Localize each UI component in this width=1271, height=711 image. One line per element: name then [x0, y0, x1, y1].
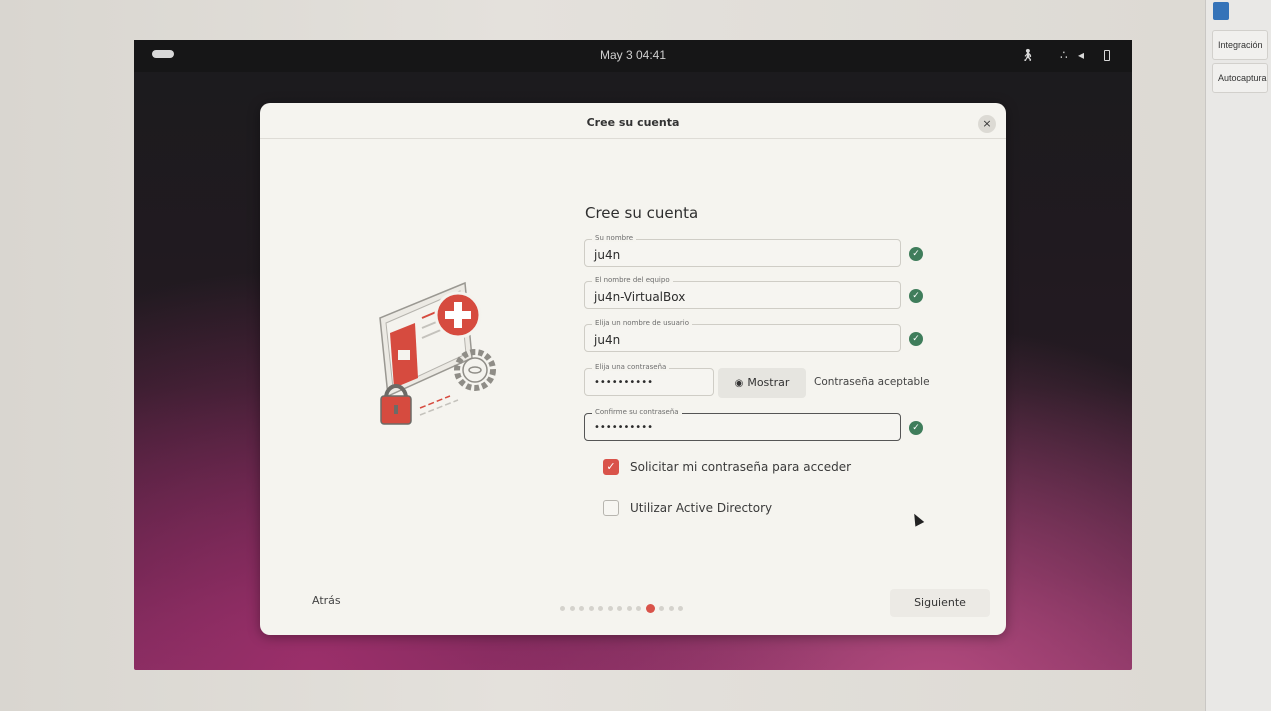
host-autocapture-button[interactable]: Autocaptura — [1212, 63, 1268, 93]
computer-name-value: ju4n-VirtualBox — [594, 290, 686, 304]
back-button[interactable]: Atrás — [312, 594, 341, 607]
step-dot — [636, 606, 641, 611]
name-valid-icon: ✓ — [909, 247, 923, 261]
close-button[interactable]: × — [978, 115, 996, 133]
battery-icon[interactable] — [1104, 50, 1110, 61]
form-heading: Cree su cuenta — [585, 204, 699, 222]
name-field[interactable]: Su nombre ju4n — [584, 234, 901, 267]
step-indicator — [560, 598, 688, 613]
username-label: Elija un nombre de usuario — [592, 319, 692, 327]
next-button[interactable]: Siguiente — [890, 589, 990, 617]
step-dot — [668, 606, 674, 611]
step-dot — [617, 606, 622, 611]
password-label: Elija una contraseña — [592, 363, 670, 371]
confirm-password-label: Confirme su contraseña — [592, 408, 682, 416]
username-field[interactable]: Elija un nombre de usuario ju4n — [584, 319, 901, 352]
account-illustration — [379, 281, 496, 425]
username-valid-icon: ✓ — [909, 332, 923, 346]
eye-icon: ◉ — [734, 378, 744, 389]
volume-icon[interactable]: ◂ — [1078, 48, 1084, 62]
host-side-panel — [1205, 0, 1271, 711]
password-strength-text: Contraseña aceptable — [814, 376, 930, 388]
host-app-icon[interactable] — [1213, 2, 1229, 20]
computer-name-field[interactable]: El nombre del equipo ju4n-VirtualBox — [584, 276, 901, 309]
active-directory-label[interactable]: Utilizar Active Directory — [630, 501, 772, 515]
step-dot-active — [645, 604, 655, 613]
dialog-title: Cree su cuenta — [586, 116, 680, 129]
name-field-label: Su nombre — [592, 234, 637, 242]
host-integration-button[interactable]: Integración — [1212, 30, 1268, 60]
step-dot — [607, 606, 613, 611]
step-dot — [659, 606, 664, 611]
confirm-password-valid-icon: ✓ — [909, 421, 923, 435]
accessibility-icon[interactable]: 🚶︎ — [1020, 48, 1035, 62]
step-dot — [569, 606, 575, 611]
computer-name-valid-icon: ✓ — [909, 289, 923, 303]
password-field[interactable]: Elija una contraseña •••••••••• — [584, 363, 714, 396]
password-value: •••••••••• — [594, 377, 653, 388]
computer-name-label: El nombre del equipo — [592, 276, 673, 284]
show-password-label: Mostrar — [747, 376, 790, 389]
require-password-checkbox[interactable]: ✓ — [603, 459, 619, 475]
plus-badge-icon — [434, 291, 482, 339]
step-dot — [579, 606, 584, 611]
clock[interactable]: May 3 04:41 — [134, 48, 1132, 62]
dialog-header: Cree su cuenta × — [260, 103, 1006, 139]
require-password-label[interactable]: Solicitar mi contraseña para acceder — [630, 460, 851, 474]
name-field-value: ju4n — [594, 248, 621, 262]
top-bar: May 3 04:41 🚶︎ ∴ ◂ — [134, 40, 1132, 72]
step-dot — [560, 606, 565, 611]
username-value: ju4n — [594, 333, 621, 347]
network-icon[interactable]: ∴ — [1060, 48, 1068, 62]
step-dot — [598, 606, 603, 611]
create-account-dialog: Cree su cuenta × Cree su cuenta Su nombr… — [260, 103, 1006, 635]
step-dot — [626, 606, 632, 611]
show-password-button[interactable]: ◉ Mostrar — [718, 368, 806, 398]
confirm-password-field[interactable]: Confirme su contraseña •••••••••• — [584, 408, 901, 441]
active-directory-checkbox[interactable] — [603, 500, 619, 516]
confirm-password-value: •••••••••• — [594, 422, 653, 433]
step-dot — [588, 606, 594, 611]
step-dot — [678, 606, 683, 611]
